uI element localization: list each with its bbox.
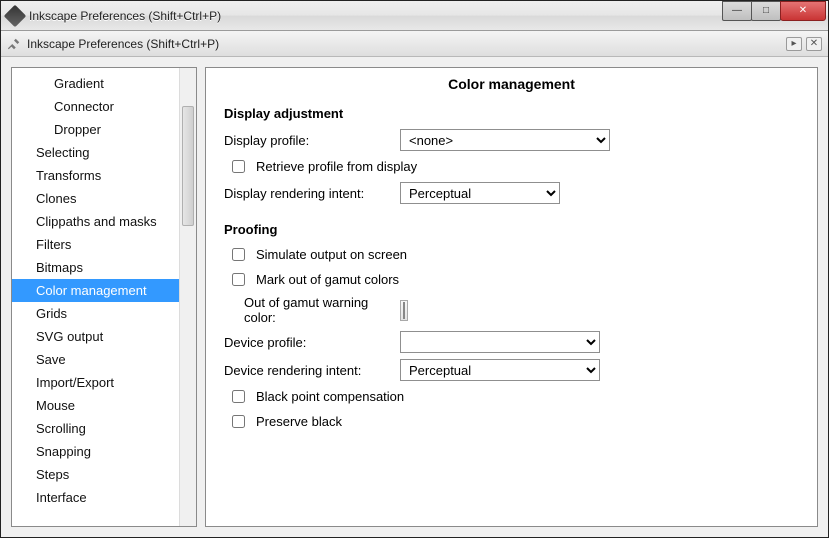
display-rendering-label: Display rendering intent: — [224, 186, 400, 201]
dialog-close-button[interactable]: ✕ — [806, 37, 822, 51]
tree-item[interactable]: Clones — [12, 187, 179, 210]
window-title: Inkscape Preferences (Shift+Ctrl+P) — [29, 9, 723, 23]
preferences-tree: GradientConnectorDropperSelectingTransfo… — [11, 67, 197, 527]
tree-item[interactable]: Scrolling — [12, 417, 179, 440]
simulate-output-checkbox[interactable]: Simulate output on screen — [228, 245, 799, 264]
tree-item[interactable]: Gradient — [12, 72, 179, 95]
tree-scrollbar[interactable] — [179, 68, 196, 526]
preserve-black-checkbox[interactable]: Preserve black — [228, 412, 799, 431]
mark-gamut-input[interactable] — [232, 273, 245, 286]
display-profile-select[interactable]: <none> — [400, 129, 610, 151]
tree-item[interactable]: Dropper — [12, 118, 179, 141]
tree-item[interactable]: Grids — [12, 302, 179, 325]
tree-item[interactable]: Mouse — [12, 394, 179, 417]
dialog-body: GradientConnectorDropperSelectingTransfo… — [1, 57, 828, 537]
display-profile-label: Display profile: — [224, 133, 400, 148]
tree-item[interactable]: Steps — [12, 463, 179, 486]
tree-item[interactable]: Connector — [12, 95, 179, 118]
window-controls: — □ ✕ — [723, 1, 826, 21]
tree-item[interactable]: Color management — [12, 279, 179, 302]
tree-item[interactable]: Import/Export — [12, 371, 179, 394]
gamut-color-swatch — [403, 302, 405, 319]
preferences-window: Inkscape Preferences (Shift+Ctrl+P) — □ … — [0, 0, 829, 538]
panel-title: Color management — [224, 76, 799, 92]
section-display-adjustment: Display adjustment — [224, 106, 799, 121]
settings-panel: Color management Display adjustment Disp… — [205, 67, 818, 527]
simulate-output-label: Simulate output on screen — [256, 247, 407, 262]
device-profile-label: Device profile: — [224, 335, 400, 350]
tree-item[interactable]: Transforms — [12, 164, 179, 187]
mark-gamut-label: Mark out of gamut colors — [256, 272, 399, 287]
tree-item[interactable]: SVG output — [12, 325, 179, 348]
tree-item[interactable]: Selecting — [12, 141, 179, 164]
tree-item[interactable]: Bitmaps — [12, 256, 179, 279]
tree-item[interactable]: Clippaths and masks — [12, 210, 179, 233]
preferences-icon — [7, 37, 21, 51]
dialog-title: Inkscape Preferences (Shift+Ctrl+P) — [27, 37, 786, 51]
black-point-input[interactable] — [232, 390, 245, 403]
black-point-label: Black point compensation — [256, 389, 404, 404]
simulate-output-input[interactable] — [232, 248, 245, 261]
tree-item[interactable]: Interface — [12, 486, 179, 509]
device-rendering-select[interactable]: Perceptual — [400, 359, 600, 381]
scrollbar-thumb[interactable] — [182, 106, 194, 226]
device-rendering-label: Device rendering intent: — [224, 363, 400, 378]
black-point-checkbox[interactable]: Black point compensation — [228, 387, 799, 406]
display-rendering-select[interactable]: Perceptual — [400, 182, 560, 204]
mark-gamut-checkbox[interactable]: Mark out of gamut colors — [228, 270, 799, 289]
preserve-black-label: Preserve black — [256, 414, 342, 429]
close-button[interactable]: ✕ — [780, 1, 826, 21]
minimize-button[interactable]: — — [722, 1, 752, 21]
tree-item[interactable]: Save — [12, 348, 179, 371]
retrieve-profile-label: Retrieve profile from display — [256, 159, 417, 174]
dialog-menu-button[interactable]: ▸ — [786, 37, 802, 51]
section-proofing: Proofing — [224, 222, 799, 237]
maximize-button[interactable]: □ — [751, 1, 781, 21]
dialog-header: Inkscape Preferences (Shift+Ctrl+P) ▸ ✕ — [1, 31, 828, 57]
gamut-color-button[interactable] — [400, 300, 408, 321]
gamut-color-label: Out of gamut warning color: — [224, 295, 400, 325]
app-icon — [4, 4, 27, 27]
device-profile-select[interactable] — [400, 331, 600, 353]
preserve-black-input[interactable] — [232, 415, 245, 428]
retrieve-profile-input[interactable] — [232, 160, 245, 173]
window-titlebar[interactable]: Inkscape Preferences (Shift+Ctrl+P) — □ … — [1, 1, 828, 31]
tree-item[interactable]: Filters — [12, 233, 179, 256]
tree-item[interactable]: Snapping — [12, 440, 179, 463]
retrieve-profile-checkbox[interactable]: Retrieve profile from display — [228, 157, 799, 176]
